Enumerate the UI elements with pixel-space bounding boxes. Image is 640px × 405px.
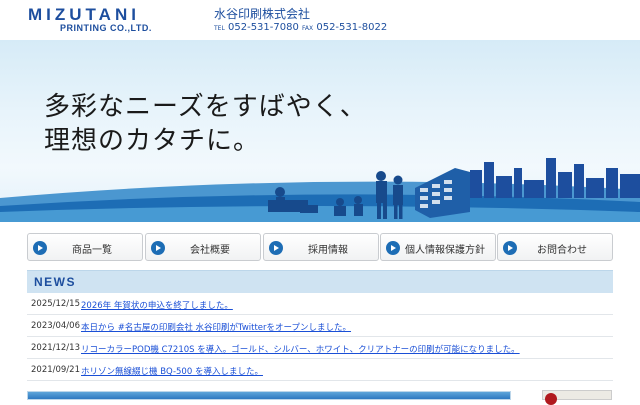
hero-line-2: 理想のカタチに。 <box>44 126 261 156</box>
nav-label: お問合わせ <box>537 245 587 256</box>
hero-banner: 多彩なニーズをすばやく、 理想のカタチに。 <box>0 40 640 222</box>
news-link[interactable]: ホリゾン無線綴じ機 BQ-500 を導入しました。 <box>81 365 263 377</box>
nav-label: 採用情報 <box>308 245 348 256</box>
fax-label: FAX <box>302 25 314 32</box>
logo-subtitle: PRINTING CO.,LTD. <box>60 23 152 33</box>
nav-company-button[interactable]: 会社概要 <box>145 233 261 261</box>
nav-label: 商品一覧 <box>72 245 112 256</box>
company-name: 水谷印刷株式会社 <box>214 7 311 21</box>
nav-label: 個人情報保護方針 <box>405 245 485 256</box>
tel-label: TEL <box>214 25 225 32</box>
news-link[interactable]: 本日から #名古屋の印刷会社 水谷印刷がTwitterをオープンしました。 <box>81 321 351 333</box>
company-logo[interactable]: MIZUTANI PRINTING CO.,LTD. <box>28 6 198 36</box>
main-navigation: 商品一覧 会社概要 採用情報 個人情報保護方針 お問合わせ <box>27 233 613 261</box>
news-link[interactable]: リコーカラーPOD機 C7210S を導入。ゴールド、シルバー、ホワイト、クリア… <box>81 343 520 355</box>
news-date: 2021/12/13 <box>31 343 80 353</box>
news-item: 2023/04/06 本日から #名古屋の印刷会社 水谷印刷がTwitterをオ… <box>27 315 613 337</box>
tel-number: 052-531-7080 <box>228 22 299 33</box>
news-header: NEWS <box>27 270 613 293</box>
news-section: NEWS 2025/12/15 2026年 年賀状の申込を終了しました。 202… <box>27 270 613 382</box>
site-header: MIZUTANI PRINTING CO.,LTD. 水谷印刷株式会社 TEL … <box>0 0 640 40</box>
news-item: 2021/12/13 リコーカラーPOD機 C7210S を導入。ゴールド、シル… <box>27 337 613 359</box>
company-info: 水谷印刷株式会社 TEL 052-531-7080 FAX 052-531-80… <box>214 7 387 35</box>
nav-recruit-button[interactable]: 採用情報 <box>263 233 379 261</box>
news-date: 2021/09/21 <box>31 365 80 375</box>
fax-number: 052-531-8022 <box>316 22 388 33</box>
hero-line-1: 多彩なニーズをすばやく、 <box>44 92 367 122</box>
logo-wordmark: MIZUTANI <box>28 5 140 24</box>
news-date: 2023/04/06 <box>31 321 80 331</box>
nav-label: 会社概要 <box>190 245 230 256</box>
nav-products-button[interactable]: 商品一覧 <box>27 233 143 261</box>
news-link[interactable]: 2026年 年賀状の申込を終了しました。 <box>81 299 233 311</box>
nav-contact-button[interactable]: お問合わせ <box>497 233 613 261</box>
side-badge[interactable] <box>542 390 612 405</box>
hero-headline: 多彩なニーズをすばやく、 理想のカタチに。 <box>44 90 367 158</box>
news-date: 2025/12/15 <box>31 299 80 309</box>
news-item: 2025/12/15 2026年 年賀状の申込を終了しました。 <box>27 293 613 315</box>
feature-banner[interactable] <box>27 391 511 400</box>
news-title: NEWS <box>34 275 76 289</box>
contact-numbers: TEL 052-531-7080 FAX 052-531-8022 <box>214 21 387 35</box>
news-item: 2021/09/21 ホリゾン無線綴じ機 BQ-500 を導入しました。 <box>27 359 613 381</box>
nav-privacy-button[interactable]: 個人情報保護方針 <box>380 233 496 261</box>
badge-emblem-icon <box>545 393 557 405</box>
